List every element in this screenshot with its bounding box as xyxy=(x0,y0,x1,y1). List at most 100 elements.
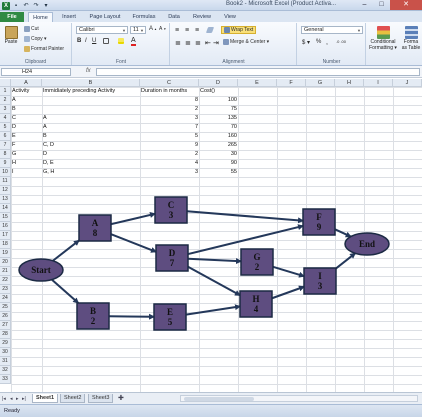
worksheet-grid[interactable]: A B C D E F G H I J 1 2 3 4 5 6 7 8 9 10 11 12 13 14 15 16 17 18 19 2… xyxy=(0,79,422,392)
format-as-table-button[interactable]: Forma as Table xyxy=(400,26,422,51)
increase-indent-icon[interactable]: ⇥ xyxy=(213,39,219,47)
formula-input[interactable] xyxy=(96,68,420,76)
column-header-e[interactable]: E xyxy=(238,79,277,87)
cell-b7[interactable]: C, D xyxy=(42,141,140,150)
cell-b6[interactable]: B xyxy=(42,132,140,141)
row-header-28[interactable]: 28 xyxy=(0,330,11,339)
row-header-2[interactable]: 2 xyxy=(0,96,11,105)
row-header-9[interactable]: 9 xyxy=(0,159,11,168)
row-header-17[interactable]: 17 xyxy=(0,231,11,240)
cell-a5[interactable]: D xyxy=(11,123,42,132)
row-header-21[interactable]: 21 xyxy=(0,267,11,276)
maximize-button[interactable]: □ xyxy=(373,0,390,10)
align-center-icon[interactable]: ≣ xyxy=(185,39,191,47)
last-sheet-icon[interactable]: ▸| xyxy=(22,396,26,402)
row-header-3[interactable]: 3 xyxy=(0,105,11,114)
column-header-a[interactable]: A xyxy=(11,79,42,87)
wrap-text-button[interactable]: Wrap Text xyxy=(221,26,257,34)
tab-formulas[interactable]: Formulas xyxy=(128,12,160,22)
cut-button[interactable]: Cut xyxy=(24,26,39,32)
shrink-font-button[interactable]: A ▼ xyxy=(159,26,166,32)
cell-c3[interactable]: 2 xyxy=(140,105,199,114)
cell-d2[interactable]: 100 xyxy=(199,96,238,105)
cell-c10[interactable]: 3 xyxy=(140,168,199,177)
row-header-4[interactable]: 4 xyxy=(0,114,11,123)
underline-button[interactable]: U xyxy=(92,38,96,44)
cell-d10[interactable]: 55 xyxy=(199,168,238,177)
cell-c2[interactable]: 8 xyxy=(140,96,199,105)
cell-d7[interactable]: 265 xyxy=(199,141,238,150)
row-header-11[interactable]: 11 xyxy=(0,177,11,186)
comma-button[interactable]: , xyxy=(326,39,328,46)
tab-home[interactable]: Home xyxy=(28,12,53,22)
cell-c4[interactable]: 3 xyxy=(140,114,199,123)
row-header-27[interactable]: 27 xyxy=(0,321,11,330)
percent-button[interactable]: % xyxy=(316,39,321,45)
row-header-22[interactable]: 22 xyxy=(0,276,11,285)
cell-a1[interactable]: Activity xyxy=(11,87,42,96)
sheet-tab-sheet3[interactable]: Sheet3 xyxy=(88,394,114,403)
column-header-g[interactable]: G xyxy=(306,79,335,87)
column-header-c[interactable]: C xyxy=(140,79,199,87)
column-header-b[interactable]: B xyxy=(42,79,140,87)
horizontal-scrollbar[interactable] xyxy=(180,395,418,402)
cell-a9[interactable]: H xyxy=(11,159,42,168)
insert-function-icon[interactable]: fx xyxy=(86,68,91,74)
copy-button[interactable]: Copy ▾ xyxy=(24,36,47,42)
row-header-23[interactable]: 23 xyxy=(0,285,11,294)
cell-c7[interactable]: 9 xyxy=(140,141,199,150)
select-all-corner[interactable] xyxy=(0,79,11,87)
cell-b8[interactable]: D xyxy=(42,150,140,159)
tab-view[interactable]: View xyxy=(219,12,241,22)
number-format-combo[interactable]: General ▼ xyxy=(301,26,363,34)
row-header-20[interactable]: 20 xyxy=(0,258,11,267)
tab-data[interactable]: Data xyxy=(163,12,185,22)
cell-c6[interactable]: 5 xyxy=(140,132,199,141)
row-header-25[interactable]: 25 xyxy=(0,303,11,312)
cell-a6[interactable]: E xyxy=(11,132,42,141)
row-header-14[interactable]: 14 xyxy=(0,204,11,213)
row-header-10[interactable]: 10 xyxy=(0,168,11,177)
cell-b4[interactable]: A xyxy=(42,114,140,123)
cell-a10[interactable]: I xyxy=(11,168,42,177)
align-left-icon[interactable]: ≣ xyxy=(175,39,181,47)
row-header-1[interactable]: 1 xyxy=(0,87,11,96)
orientation-button[interactable] xyxy=(205,27,215,33)
close-button[interactable]: ✕ xyxy=(390,0,422,10)
cell-b9[interactable]: D, E xyxy=(42,159,140,168)
row-header-5[interactable]: 5 xyxy=(0,123,11,132)
sheet-tab-sheet2[interactable]: Sheet2 xyxy=(60,394,86,403)
next-sheet-icon[interactable]: ▸ xyxy=(16,396,19,402)
cell-d4[interactable]: 135 xyxy=(199,114,238,123)
cell-b10[interactable]: G, H xyxy=(42,168,140,177)
row-header-30[interactable]: 30 xyxy=(0,348,11,357)
cell-b2[interactable] xyxy=(42,96,140,105)
cell-c5[interactable]: 7 xyxy=(140,123,199,132)
merge-center-button[interactable]: Merge & Center ▾ xyxy=(223,39,269,45)
cell-d5[interactable]: 70 xyxy=(199,123,238,132)
font-color-button[interactable]: A xyxy=(131,37,136,46)
tab-file[interactable]: File xyxy=(0,12,24,22)
column-header-d[interactable]: D xyxy=(199,79,238,87)
align-bottom-icon[interactable]: ≡ xyxy=(195,27,199,34)
cell-d9[interactable]: 90 xyxy=(199,159,238,168)
tab-review[interactable]: Review xyxy=(188,12,216,22)
row-header-12[interactable]: 12 xyxy=(0,186,11,195)
cell-d6[interactable]: 160 xyxy=(199,132,238,141)
row-header-15[interactable]: 15 xyxy=(0,213,11,222)
cell-c9[interactable]: 4 xyxy=(140,159,199,168)
paste-button[interactable]: Paste xyxy=(2,26,20,46)
currency-button[interactable]: $ ▾ xyxy=(302,39,310,46)
conditional-formatting-button[interactable]: Conditional Formatting ▾ xyxy=(367,26,399,51)
cell-d1[interactable]: Cost() xyxy=(199,87,238,96)
prev-sheet-icon[interactable]: ◂ xyxy=(10,396,13,402)
row-header-7[interactable]: 7 xyxy=(0,141,11,150)
fill-color-button[interactable] xyxy=(118,38,124,44)
cell-a4[interactable]: C xyxy=(11,114,42,123)
increase-decimal-button[interactable]: .0 .00 xyxy=(336,39,346,44)
column-header-h[interactable]: H xyxy=(335,79,364,87)
cell-a8[interactable]: G xyxy=(11,150,42,159)
cell-d8[interactable]: 30 xyxy=(199,150,238,159)
cell-b1[interactable]: Immidiately preceding Activity xyxy=(42,87,140,96)
row-header-18[interactable]: 18 xyxy=(0,240,11,249)
